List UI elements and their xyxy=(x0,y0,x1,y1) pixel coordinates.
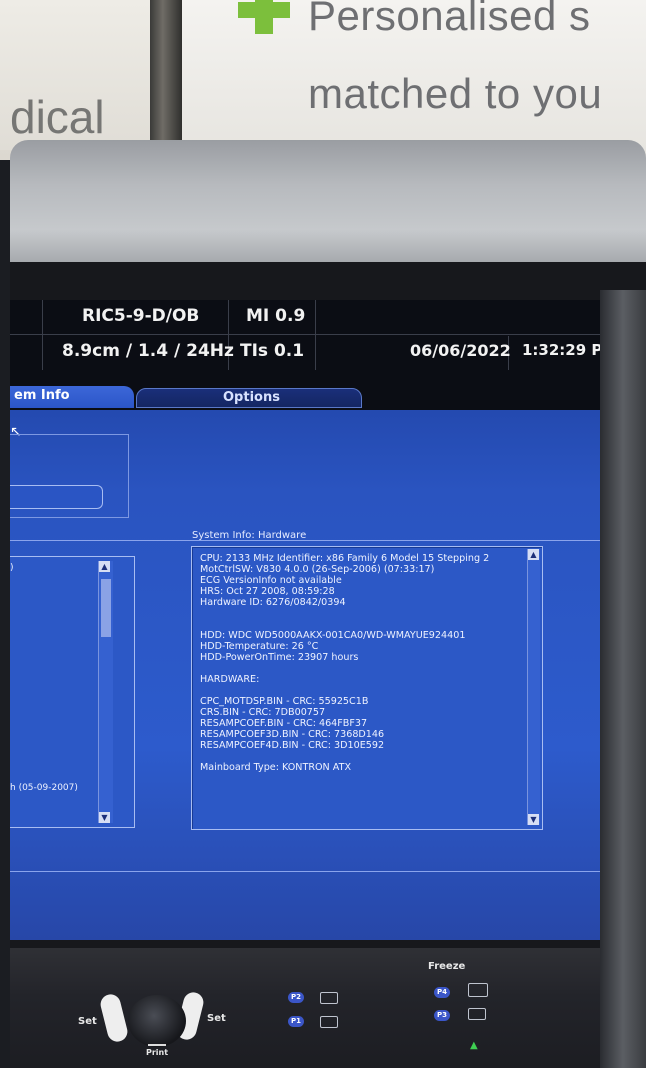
date-readout: 06/06/2022 xyxy=(410,341,511,360)
p1-button[interactable]: P1 xyxy=(288,1016,304,1027)
scroll-down-icon[interactable]: ▼ xyxy=(528,814,539,825)
system-info-line xyxy=(200,663,489,674)
system-info-textbox[interactable]: CPU: 2133 MHz Identifier: x86 Family 6 M… xyxy=(191,546,543,830)
system-info-line: MotCtrlSW: V830 4.0.0 (26-Sep-2006) (07:… xyxy=(200,564,435,575)
probe-name: RIC5-9-D/OB xyxy=(82,306,200,326)
depth-readout: 8.9cm / 1.4 / 24Hz xyxy=(62,341,234,361)
system-info-line: Mainboard Type: KONTRON ATX xyxy=(200,762,352,773)
system-info-line: HARDWARE: xyxy=(200,674,260,685)
p3-button[interactable]: P3 xyxy=(434,1010,450,1021)
system-info-title: System Info: Hardware xyxy=(192,530,307,541)
system-info-line: HDD-PowerOnTime: 23907 hours xyxy=(200,652,359,663)
system-info-line xyxy=(200,608,489,619)
left-list-top-char: ) xyxy=(10,563,14,573)
system-info-line: RESAMPCOEF.BIN - CRC: 464FBF37 xyxy=(200,718,368,729)
tab-system-info-label: em Info xyxy=(14,388,70,403)
plus-logo-icon xyxy=(238,0,290,34)
tab-system-info[interactable]: em Info xyxy=(10,386,134,408)
wall-divider xyxy=(150,0,182,160)
scroll-down-icon[interactable]: ▼ xyxy=(99,812,110,823)
tab-options-label: Options xyxy=(223,390,280,405)
system-info-line xyxy=(200,685,489,696)
status-led-icon: ▲ xyxy=(470,1040,478,1051)
p4-button[interactable]: P4 xyxy=(434,987,450,998)
system-info-line: RESAMPCOEF4D.BIN - CRC: 3D10E592 xyxy=(200,740,385,751)
p2-button[interactable]: P2 xyxy=(288,992,304,1003)
set-right-label: Set xyxy=(207,1013,226,1024)
system-info-text: CPU: 2133 MHz Identifier: x86 Family 6 M… xyxy=(200,553,489,773)
mechanical-index: MI 0.9 xyxy=(246,306,306,326)
poster-line-2: matched to you xyxy=(308,70,603,117)
scroll-up-icon[interactable]: ▲ xyxy=(99,561,110,572)
scroll-up-icon[interactable]: ▲ xyxy=(528,549,539,560)
software-list-entry: h (05-09-2007) xyxy=(10,783,78,793)
system-info-scrollbar[interactable]: ▲ ▼ xyxy=(527,549,540,825)
system-info-line: CPU: 2133 MHz Identifier: x86 Family 6 M… xyxy=(200,553,490,564)
monitor-right-frame xyxy=(600,290,646,1068)
print-key-icon xyxy=(468,983,488,997)
tab-options[interactable]: Options xyxy=(136,388,362,408)
system-info-line xyxy=(200,619,489,630)
image-key-icon xyxy=(320,992,338,1004)
system-info-line: RESAMPCOEF3D.BIN - CRC: 7368D146 xyxy=(200,729,385,740)
trackball[interactable] xyxy=(128,995,186,1047)
system-info-line: ECG VersionInfo not available xyxy=(200,575,342,586)
system-info-line: HDD: WDC WD5000AAKX-001CA0/WD-WMAYUE9244… xyxy=(200,630,466,641)
system-info-line: Hardware ID: 6276/0842/0394 xyxy=(200,597,346,608)
image-key-icon xyxy=(320,1016,338,1028)
left-scrollbar[interactable]: ▲ ▼ xyxy=(98,561,113,823)
system-info-line xyxy=(200,751,489,762)
control-panel xyxy=(10,948,600,1068)
scroll-thumb[interactable] xyxy=(101,579,111,637)
image-key-icon xyxy=(468,1008,486,1020)
system-info-line: CPC_MOTDSP.BIN - CRC: 55925C1B xyxy=(200,696,369,707)
system-info-line: HRS: Oct 27 2008, 08:59:28 xyxy=(200,586,335,597)
thermal-index: TIs 0.1 xyxy=(240,341,305,361)
left-text-field[interactable] xyxy=(10,485,103,509)
freeze-label: Freeze xyxy=(428,961,466,972)
print-label: Print xyxy=(146,1048,169,1057)
system-info-line: HDD-Temperature: 26 °C xyxy=(200,641,319,652)
wall-sign-text: dical xyxy=(10,91,105,143)
poster-line-1: Personalised s xyxy=(308,0,591,39)
set-left-label: Set xyxy=(78,1016,97,1027)
system-info-line: CRS.BIN - CRC: 7DB00757 xyxy=(200,707,326,718)
